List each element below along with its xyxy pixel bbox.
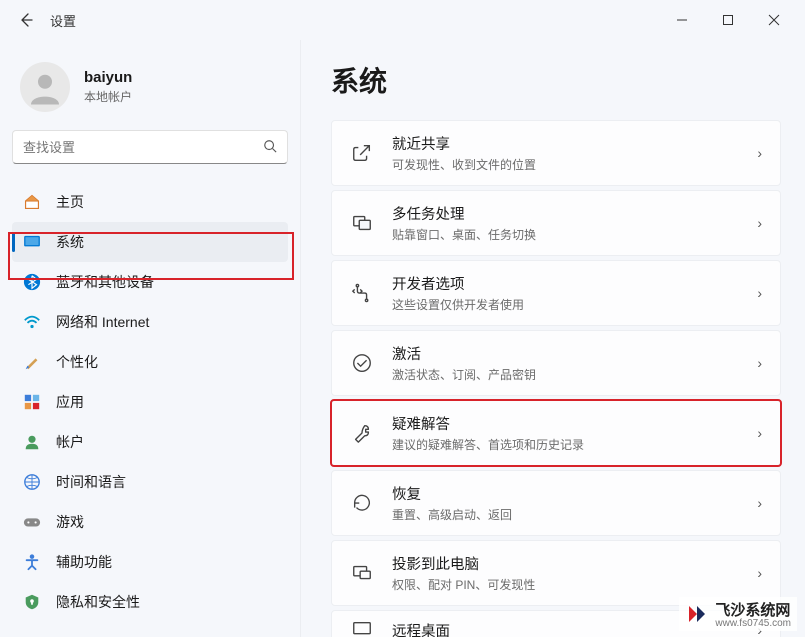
bluetooth-icon <box>22 272 42 292</box>
wrench-icon <box>350 421 374 445</box>
project-icon <box>350 561 374 585</box>
sidebar-item-accessibility[interactable]: 辅助功能 <box>12 542 288 582</box>
sidebar-item-label: 主页 <box>56 192 84 212</box>
search-box[interactable] <box>12 130 288 164</box>
sidebar-item-privacy[interactable]: 隐私和安全性 <box>12 582 288 622</box>
chevron-right-icon: › <box>757 285 762 301</box>
share-icon <box>350 141 374 165</box>
gamepad-icon <box>22 512 42 532</box>
sidebar-item-label: 游戏 <box>56 512 84 532</box>
accessibility-icon <box>22 552 42 572</box>
card-multitasking[interactable]: 多任务处理 贴靠窗口、桌面、任务切换 › <box>331 190 781 256</box>
shield-icon <box>22 592 42 612</box>
user-name: baiyun <box>84 69 132 86</box>
maximize-button[interactable] <box>705 4 751 36</box>
developer-icon <box>350 281 374 305</box>
sidebar-item-gaming[interactable]: 游戏 <box>12 502 288 542</box>
card-title: 就近共享 <box>392 133 757 154</box>
wifi-icon <box>22 312 42 332</box>
sidebar-item-label: 帐户 <box>56 432 84 452</box>
check-circle-icon <box>350 351 374 375</box>
titlebar: 设置 <box>0 0 805 40</box>
close-button[interactable] <box>751 4 797 36</box>
sidebar-item-network[interactable]: 网络和 Internet <box>12 302 288 342</box>
card-nearby-sharing[interactable]: 就近共享 可发现性、收到文件的位置 › <box>331 120 781 186</box>
card-desc: 建议的疑难解答、首选项和历史记录 <box>392 436 757 453</box>
sidebar-item-bluetooth[interactable]: 蓝牙和其他设备 <box>12 262 288 302</box>
search-input[interactable] <box>23 140 263 155</box>
card-title: 疑难解答 <box>392 413 757 434</box>
chevron-right-icon: › <box>757 425 762 441</box>
window-title: 设置 <box>50 11 76 30</box>
close-icon <box>768 14 780 26</box>
settings-list: 就近共享 可发现性、收到文件的位置 › 多任务处理 贴靠窗口、桌面、任务切换 ›… <box>331 120 781 637</box>
card-desc: 这些设置仅供开发者使用 <box>392 296 757 313</box>
sidebar-item-label: 网络和 Internet <box>56 312 149 332</box>
sidebar-item-personalization[interactable]: 个性化 <box>12 342 288 382</box>
person-icon <box>22 432 42 452</box>
sidebar-item-time-language[interactable]: 时间和语言 <box>12 462 288 502</box>
maximize-icon <box>722 14 734 26</box>
card-title: 开发者选项 <box>392 273 757 294</box>
avatar <box>20 62 70 112</box>
watermark-brand: 飞沙系统网 <box>715 599 791 620</box>
sidebar-item-apps[interactable]: 应用 <box>12 382 288 422</box>
home-icon <box>22 192 42 212</box>
chevron-right-icon: › <box>757 145 762 161</box>
card-title: 投影到此电脑 <box>392 553 757 574</box>
card-activation[interactable]: 激活 激活状态、订阅、产品密钥 › <box>331 330 781 396</box>
card-desc: 重置、高级启动、返回 <box>392 506 757 523</box>
chevron-right-icon: › <box>757 355 762 371</box>
sidebar-item-accounts[interactable]: 帐户 <box>12 422 288 462</box>
card-troubleshoot[interactable]: 疑难解答 建议的疑难解答、首选项和历史记录 › <box>331 400 781 466</box>
globe-clock-icon <box>22 472 42 492</box>
card-desc: 贴靠窗口、桌面、任务切换 <box>392 226 757 243</box>
window-controls <box>659 4 797 36</box>
card-desc: 权限、配对 PIN、可发现性 <box>392 576 757 593</box>
search-icon <box>263 139 277 156</box>
paintbrush-icon <box>22 352 42 372</box>
card-title: 多任务处理 <box>392 203 757 224</box>
card-title: 恢复 <box>392 483 757 504</box>
user-account-block[interactable]: baiyun 本地帐户 <box>12 50 288 130</box>
user-type: 本地帐户 <box>84 88 132 105</box>
chevron-right-icon: › <box>757 495 762 511</box>
card-developer[interactable]: 开发者选项 这些设置仅供开发者使用 › <box>331 260 781 326</box>
sidebar: baiyun 本地帐户 主页 系统 蓝牙和其他设备 <box>0 40 300 637</box>
card-recovery[interactable]: 恢复 重置、高级启动、返回 › <box>331 470 781 536</box>
page-title: 系统 <box>331 60 781 100</box>
sidebar-item-system[interactable]: 系统 <box>12 222 288 262</box>
sidebar-item-home[interactable]: 主页 <box>12 182 288 222</box>
main-content: 系统 就近共享 可发现性、收到文件的位置 › 多任务处理 贴靠窗口、桌面、任务切… <box>300 40 805 637</box>
card-desc: 激活状态、订阅、产品密钥 <box>392 366 757 383</box>
sidebar-item-label: 应用 <box>56 392 84 412</box>
minimize-icon <box>676 14 688 26</box>
watermark-url: www.fs0745.com <box>715 618 791 629</box>
sidebar-item-label: 时间和语言 <box>56 472 126 492</box>
apps-icon <box>22 392 42 412</box>
card-title: 激活 <box>392 343 757 364</box>
remote-icon <box>350 618 374 637</box>
chevron-right-icon: › <box>757 215 762 231</box>
minimize-button[interactable] <box>659 4 705 36</box>
multitask-icon <box>350 211 374 235</box>
sidebar-item-label: 系统 <box>56 232 84 252</box>
system-icon <box>22 232 42 252</box>
sidebar-nav: 主页 系统 蓝牙和其他设备 网络和 Internet 个性化 应用 <box>12 182 288 622</box>
chevron-right-icon: › <box>757 565 762 581</box>
sidebar-item-label: 隐私和安全性 <box>56 592 140 612</box>
card-desc: 可发现性、收到文件的位置 <box>392 156 757 173</box>
avatar-icon <box>24 66 66 108</box>
recovery-icon <box>350 491 374 515</box>
back-arrow-icon <box>18 12 34 28</box>
sidebar-item-label: 蓝牙和其他设备 <box>56 272 154 292</box>
watermark-logo-icon <box>685 602 709 626</box>
sidebar-item-label: 个性化 <box>56 352 98 372</box>
back-button[interactable] <box>8 2 44 38</box>
watermark: 飞沙系统网 www.fs0745.com <box>679 597 797 631</box>
sidebar-item-label: 辅助功能 <box>56 552 112 572</box>
